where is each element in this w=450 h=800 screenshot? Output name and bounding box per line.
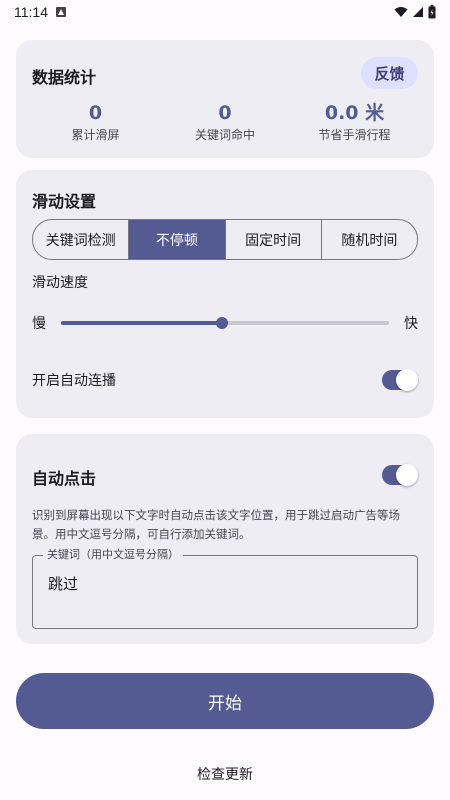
stats-row: 0 累计滑屏 0 关键词命中 0.0 米 节省手滑行程 xyxy=(16,102,434,143)
stat-label: 累计滑屏 xyxy=(71,128,120,142)
start-button[interactable]: 开始 xyxy=(16,673,434,729)
auto-click-card: 自动点击 识别到屏幕出现以下文字时自动点击该文字位置，用于跳过启动广告等场景。用… xyxy=(16,434,434,644)
stat-label: 关键词命中 xyxy=(194,128,255,142)
stats-card: 数据统计 反馈 0 累计滑屏 0 关键词命中 0.0 米 节省手滑行程 xyxy=(16,40,434,158)
auto-click-title: 自动点击 xyxy=(32,469,97,488)
status-icons xyxy=(394,5,436,19)
auto-continue-label: 开启自动连播 xyxy=(32,373,116,389)
auto-click-toggle[interactable] xyxy=(382,464,418,486)
battery-icon xyxy=(428,5,436,19)
signal-icon xyxy=(413,7,423,17)
mode-random-time[interactable]: 随机时间 xyxy=(322,220,417,259)
speed-slider: 慢 快 xyxy=(32,310,418,336)
slider-thumb[interactable] xyxy=(215,317,228,329)
auto-continue-toggle[interactable] xyxy=(382,369,418,391)
stat-total-swipes: 0 累计滑屏 xyxy=(16,102,175,143)
slider-fill xyxy=(61,321,222,325)
stat-value: 0 xyxy=(218,102,232,124)
wifi-icon xyxy=(394,7,408,17)
stat-label: 节省手滑行程 xyxy=(318,128,391,142)
keyword-field-label: 关键词（用中文逗号分隔） xyxy=(43,548,183,562)
slider-slow-label: 慢 xyxy=(32,316,46,332)
stat-distance-saved: 0.0 米 节省手滑行程 xyxy=(275,102,434,143)
toggle-knob xyxy=(396,369,418,391)
mode-keyword-detect[interactable]: 关键词检测 xyxy=(33,220,130,259)
stat-keyword-hits: 0 关键词命中 xyxy=(175,102,275,143)
slider-track[interactable] xyxy=(61,317,389,329)
auto-click-description: 识别到屏幕出现以下文字时自动点击该文字位置，用于跳过启动广告等场景。用中文逗号分… xyxy=(32,508,400,541)
stats-title: 数据统计 xyxy=(32,68,97,87)
slider-fast-label: 快 xyxy=(404,316,418,332)
feedback-button[interactable]: 反馈 xyxy=(361,57,418,89)
speed-label: 滑动速度 xyxy=(32,275,88,291)
toggle-knob xyxy=(396,464,418,486)
check-update-link[interactable]: 检查更新 xyxy=(0,764,450,784)
slide-settings-title: 滑动设置 xyxy=(32,192,97,211)
slide-mode-selector: 关键词检测 不停顿 固定时间 随机时间 xyxy=(32,219,418,260)
stat-value: 0.0 米 xyxy=(324,102,385,124)
stat-value: 0 xyxy=(88,102,103,124)
notification-icon xyxy=(56,7,66,17)
slide-settings-card: 滑动设置 关键词检测 不停顿 固定时间 随机时间 滑动速度 慢 快 开启自动连播 xyxy=(16,170,434,418)
status-time: 11:14 xyxy=(14,4,48,20)
keyword-field[interactable]: 关键词（用中文逗号分隔） 跳过 xyxy=(32,548,418,629)
keyword-field-value[interactable]: 跳过 xyxy=(48,573,78,594)
status-bar: 11:14 xyxy=(0,0,450,24)
mode-fixed-time[interactable]: 固定时间 xyxy=(226,220,322,259)
mode-no-pause[interactable]: 不停顿 xyxy=(129,220,226,259)
